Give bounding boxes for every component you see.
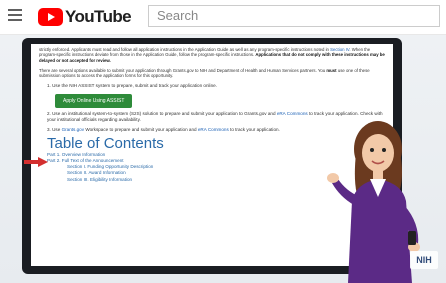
- nih-logo: NIH: [410, 251, 438, 269]
- youtube-logo-icon: [38, 8, 63, 26]
- menu-icon[interactable]: [8, 9, 22, 21]
- search-input[interactable]: Search: [148, 5, 440, 27]
- era-commons-link-2[interactable]: eRA Commons: [198, 127, 229, 132]
- youtube-logo[interactable]: YouTube: [38, 7, 132, 27]
- logo-text: YouTube: [65, 7, 132, 26]
- era-commons-link[interactable]: eRA Commons: [277, 111, 308, 116]
- section-iv-link[interactable]: Section IV: [330, 47, 349, 52]
- youtube-header: YouTube Search: [0, 0, 446, 35]
- step-1: 1. Use the NIH ASSIST system to prepare,…: [47, 83, 217, 89]
- video-frame[interactable]: strictly enforced. Applicants must read …: [0, 35, 446, 283]
- paragraph-options: There are several options available to s…: [39, 67, 370, 79]
- apply-online-button[interactable]: Apply Online Using ASSIST: [55, 94, 133, 109]
- paragraph-instructions: strictly enforced. Applicants must read …: [39, 47, 385, 63]
- grants-gov-link[interactable]: Grants.gov: [62, 127, 84, 132]
- red-arrow-icon: [24, 157, 48, 167]
